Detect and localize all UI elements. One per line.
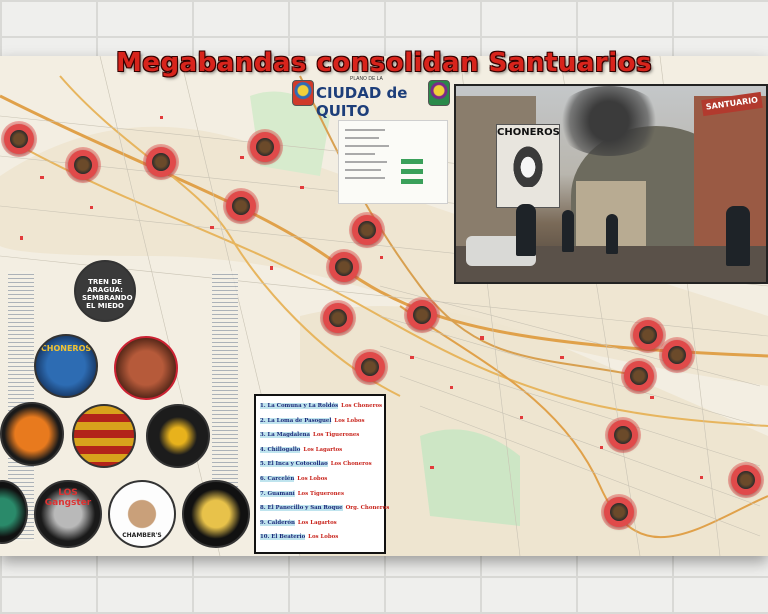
chambers-logo: CHAMBER'S bbox=[108, 480, 176, 548]
armed-figure bbox=[516, 204, 536, 256]
map-poster: PLANO DE LA CIUDAD de QUITO CHONEROS SAN… bbox=[0, 56, 768, 556]
territory-marker bbox=[624, 361, 654, 391]
gang-list-row: 2. La Loma de Pasoguel Los Lobos bbox=[260, 414, 380, 429]
territory-marker bbox=[329, 252, 359, 282]
gang-place: 9. Calderón bbox=[260, 519, 295, 526]
gang-list-row: 3. La Magdalena Los Tiguerones bbox=[260, 428, 380, 443]
gang-place: 7. Guamaní bbox=[260, 490, 295, 497]
billboard-text: CHONEROS bbox=[497, 127, 560, 138]
los-gangster-text: LOS Gangster bbox=[44, 488, 92, 508]
tren-de-aragua-text: TREN DE ARAGUA: SEMBRANDO EL MIEDO bbox=[82, 278, 133, 310]
gang-list-row: 5. El Inca y Cotocollao Los Choneros bbox=[260, 457, 380, 472]
territory-marker bbox=[633, 320, 663, 350]
gang-name: Los Choneros bbox=[341, 403, 383, 409]
gang-list-row: 9. Calderón Los Lagartos bbox=[260, 516, 380, 531]
legend-line bbox=[345, 169, 381, 171]
gang-place: 1. La Comuna y La Roldós bbox=[260, 403, 339, 409]
choneros-billboard: CHONEROS bbox=[496, 124, 560, 208]
territory-marker bbox=[407, 300, 437, 330]
territory-marker bbox=[226, 191, 256, 221]
territory-marker bbox=[352, 215, 382, 245]
crown-gang-logo bbox=[182, 480, 250, 548]
legend-green-swatch bbox=[401, 159, 423, 164]
gang-name: Los Lobos bbox=[308, 534, 339, 541]
gang-place: 4. Chillogallo bbox=[260, 446, 301, 453]
district-coat-of-arms-icon bbox=[428, 80, 450, 106]
los-gangster-logo: LOS Gangster bbox=[34, 480, 102, 548]
legend-green-swatch bbox=[401, 179, 423, 184]
legend-line bbox=[345, 153, 375, 155]
gang-territory-list: 1. La Comuna y La Roldós Los Choneros 2. L… bbox=[254, 394, 389, 554]
gang-list-row: 8. El Panecillo y San Roque Org. Choneros bbox=[260, 501, 389, 516]
quito-coat-of-arms-icon bbox=[292, 80, 314, 106]
gang-place: 6. Carcelén bbox=[260, 475, 295, 482]
gang-name: Los Tiguerones bbox=[297, 490, 344, 497]
striped-gang-logo bbox=[72, 404, 136, 468]
armed-figure bbox=[606, 214, 618, 254]
armed-figure bbox=[726, 206, 750, 266]
territory-marker bbox=[355, 352, 385, 382]
tiger-gang-logo bbox=[0, 402, 64, 466]
gang-name: Los Lagartos bbox=[303, 446, 343, 453]
gang-name: Los Choneros bbox=[330, 461, 372, 468]
chambers-text: CHAMBER'S bbox=[122, 532, 162, 539]
territory-marker bbox=[662, 340, 692, 370]
choneros-illustration: CHONEROS SANTUARIO bbox=[454, 84, 768, 284]
map-legend-panel bbox=[338, 120, 448, 204]
gang-place: 10. El Beaterio bbox=[260, 534, 306, 541]
legend-line bbox=[345, 129, 385, 131]
gang-name: Los Lobos bbox=[297, 475, 328, 482]
territory-marker bbox=[731, 465, 761, 495]
territory-marker bbox=[608, 420, 638, 450]
anarchy-gang-logo bbox=[146, 404, 210, 468]
territory-marker bbox=[250, 132, 280, 162]
gang-place: 3. La Magdalena bbox=[260, 432, 311, 439]
gang-list-row: 1. La Comuna y La Roldós Los Choneros bbox=[260, 399, 383, 414]
territory-marker bbox=[146, 147, 176, 177]
gang-place: 8. El Panecillo y San Roque bbox=[260, 505, 343, 512]
choneros-logo-text: CHONEROS bbox=[40, 344, 92, 353]
gang-list-row: 10. El Beaterio Los Lobos bbox=[260, 530, 380, 545]
gang-name: Los Tiguerones bbox=[313, 432, 360, 439]
legend-line bbox=[345, 177, 385, 179]
gang-list-row: 7. Guamaní Los Tiguerones bbox=[260, 487, 380, 502]
territory-marker bbox=[68, 150, 98, 180]
gang-name: Los Lagartos bbox=[297, 519, 337, 526]
territory-marker bbox=[604, 497, 634, 527]
poster-title: Megabandas consolidan Santuarios bbox=[115, 48, 652, 78]
gang-list-row: 4. Chillogallo Los Lagartos bbox=[260, 443, 380, 458]
legend-line bbox=[345, 161, 387, 163]
city-header: PLANO DE LA CIUDAD de QUITO bbox=[290, 76, 450, 120]
choneros-logo: CHONEROS bbox=[34, 334, 98, 398]
wolf-gang-logo bbox=[114, 336, 178, 400]
gang-place: 5. El Inca y Cotocollao bbox=[260, 461, 328, 468]
legend-line bbox=[345, 145, 389, 147]
gang-name: Los Lobos bbox=[334, 417, 365, 424]
gang-name: Org. Choneros bbox=[345, 505, 390, 512]
wolf-icon bbox=[511, 143, 545, 187]
armed-figure bbox=[562, 210, 574, 252]
territory-marker bbox=[323, 303, 353, 333]
legend-line bbox=[345, 137, 379, 139]
legend-green-swatch bbox=[401, 169, 423, 174]
gang-list-row: 6. Carcelén Los Lobos bbox=[260, 472, 380, 487]
gang-place: 2. La Loma de Pasoguel bbox=[260, 417, 332, 424]
tren-de-aragua-logo: TREN DE ARAGUA: SEMBRANDO EL MIEDO bbox=[74, 260, 136, 322]
smoke-plume bbox=[554, 86, 664, 156]
territory-marker bbox=[4, 124, 34, 154]
